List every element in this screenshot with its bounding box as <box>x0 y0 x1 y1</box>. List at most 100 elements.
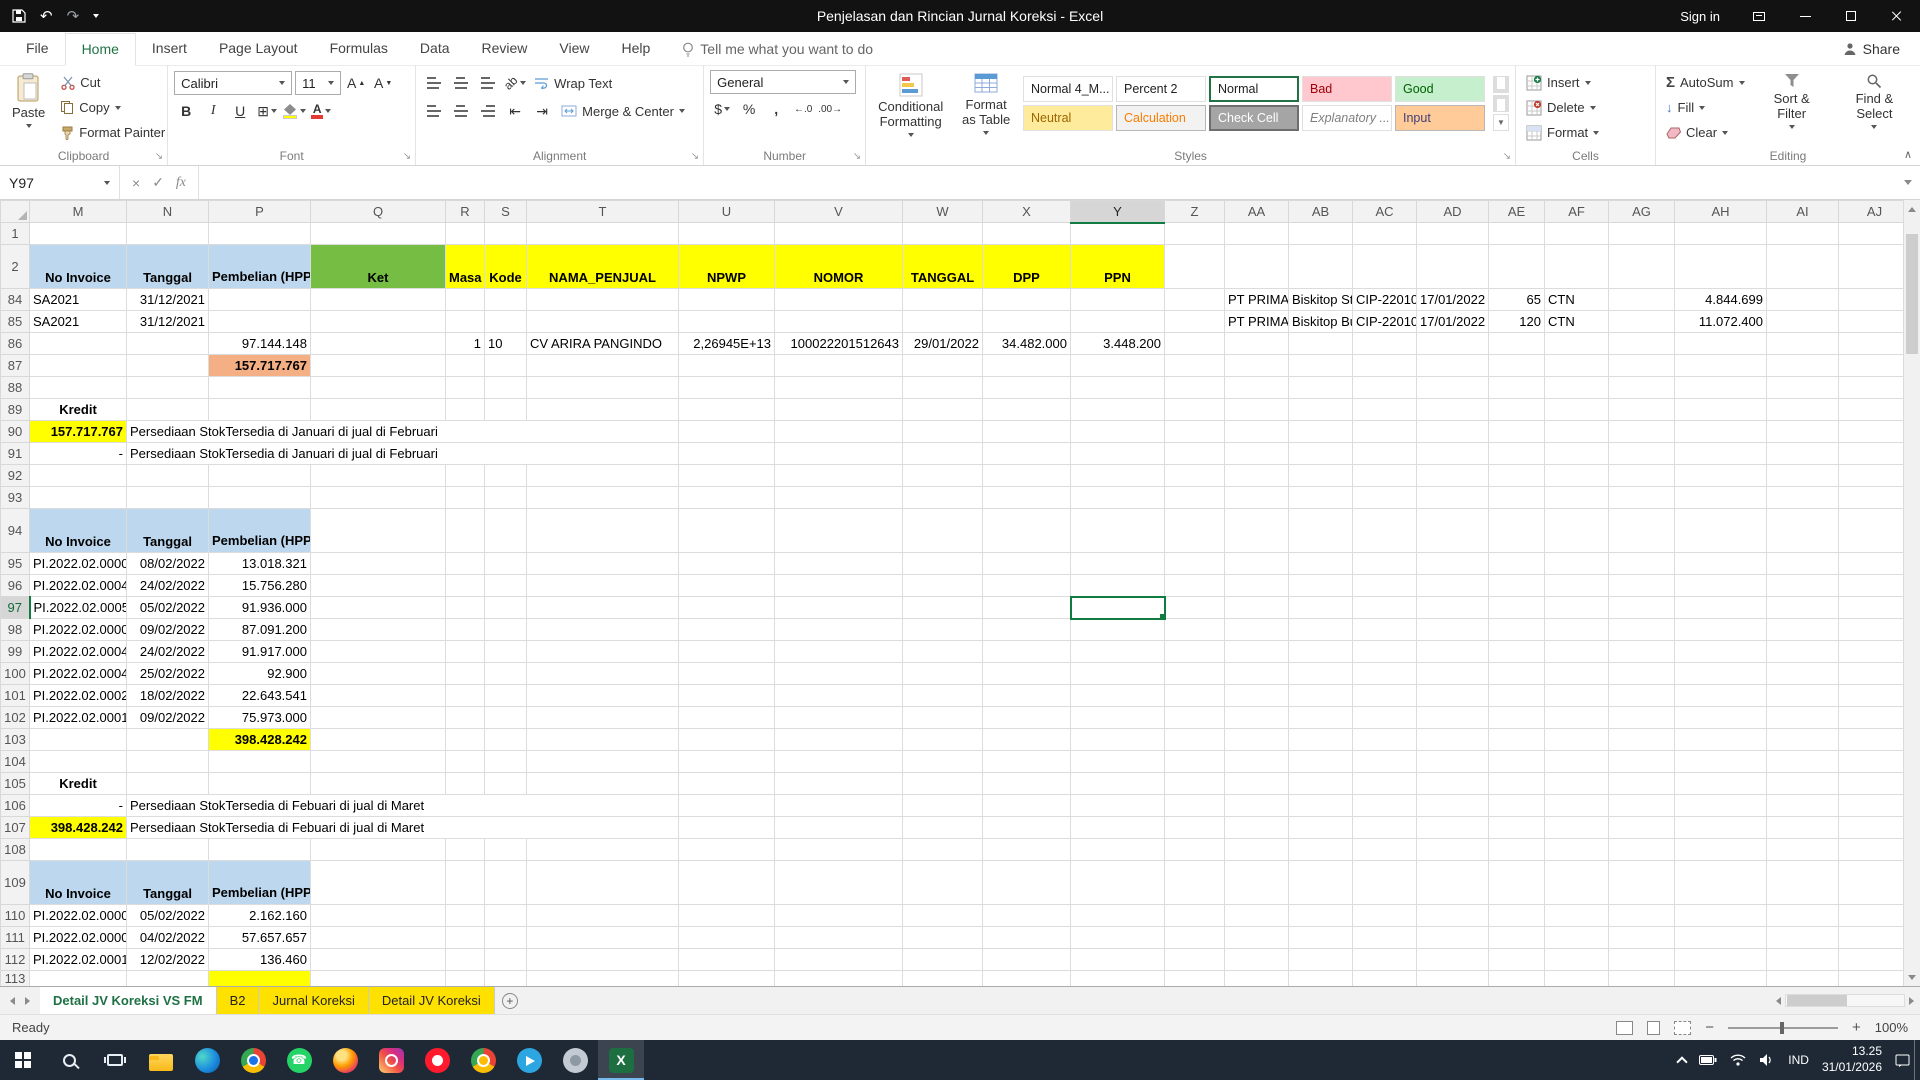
cell-Y98[interactable] <box>1071 619 1165 641</box>
ribbon-tab-formulas[interactable]: Formulas <box>314 33 404 65</box>
cell-T103[interactable] <box>527 729 679 751</box>
scroll-down-icon[interactable] <box>1904 969 1920 985</box>
taskbar-app-edge[interactable] <box>184 1040 230 1080</box>
cell-AB100[interactable] <box>1289 663 1353 685</box>
cell-AE2[interactable] <box>1489 245 1545 289</box>
cell-style-percent-2[interactable]: Percent 2 <box>1116 76 1206 102</box>
cell-X93[interactable] <box>983 487 1071 509</box>
language-indicator[interactable]: IND <box>1788 1053 1809 1067</box>
cell-AC85[interactable]: CIP-22010 <box>1353 311 1417 333</box>
cell-T104[interactable] <box>527 751 679 773</box>
cell-AI99[interactable] <box>1767 641 1839 663</box>
cell-AB103[interactable] <box>1289 729 1353 751</box>
cell-AD107[interactable] <box>1417 817 1489 839</box>
cell-S100[interactable] <box>485 663 527 685</box>
cell-AE103[interactable] <box>1489 729 1545 751</box>
cell-N107[interactable]: Persediaan StokTersedia di Febuari di ju… <box>127 817 679 839</box>
cell-AI90[interactable] <box>1767 421 1839 443</box>
cell-AG85[interactable] <box>1609 311 1675 333</box>
cell-Z2[interactable] <box>1165 245 1225 289</box>
cell-S88[interactable] <box>485 377 527 399</box>
cell-AB107[interactable] <box>1289 817 1353 839</box>
cell-AA101[interactable] <box>1225 685 1289 707</box>
cell-Q102[interactable] <box>311 707 446 729</box>
cell-Y110[interactable] <box>1071 905 1165 927</box>
cell-W105[interactable] <box>903 773 983 795</box>
cell-AB89[interactable] <box>1289 399 1353 421</box>
cell-S104[interactable] <box>485 751 527 773</box>
cell-P96[interactable]: 15.756.280 <box>209 575 311 597</box>
cell-AJ105[interactable] <box>1839 773 1911 795</box>
cell-X111[interactable] <box>983 927 1071 949</box>
gallery-more-button[interactable]: ▼ <box>1493 114 1509 131</box>
cell-V100[interactable] <box>775 663 903 685</box>
cell-W104[interactable] <box>903 751 983 773</box>
cell-Z88[interactable] <box>1165 377 1225 399</box>
cell-M2[interactable]: No Invoice <box>30 245 127 289</box>
row-header-96[interactable]: 96 <box>1 575 30 597</box>
cell-X90[interactable] <box>983 421 1071 443</box>
cell-AH105[interactable] <box>1675 773 1767 795</box>
cell-M103[interactable] <box>30 729 127 751</box>
cell-AB104[interactable] <box>1289 751 1353 773</box>
cell-AE105[interactable] <box>1489 773 1545 795</box>
cell-AH95[interactable] <box>1675 553 1767 575</box>
cell-AC97[interactable] <box>1353 597 1417 619</box>
share-button[interactable]: Share <box>1843 41 1920 65</box>
autosum-button[interactable]: Σ AutoSum <box>1662 70 1749 95</box>
cell-T108[interactable] <box>527 839 679 861</box>
cell-style-neutral[interactable]: Neutral <box>1023 105 1113 131</box>
cell-R92[interactable] <box>446 465 485 487</box>
cell-Z85[interactable] <box>1165 311 1225 333</box>
cell-AA113[interactable] <box>1225 971 1289 987</box>
cell-P99[interactable]: 91.917.000 <box>209 641 311 663</box>
cell-U94[interactable] <box>679 509 775 553</box>
cell-S103[interactable] <box>485 729 527 751</box>
cell-AF93[interactable] <box>1545 487 1609 509</box>
column-header-X[interactable]: X <box>983 201 1071 223</box>
cell-AD108[interactable] <box>1417 839 1489 861</box>
cell-AG106[interactable] <box>1609 795 1675 817</box>
row-header-92[interactable]: 92 <box>1 465 30 487</box>
cell-U93[interactable] <box>679 487 775 509</box>
cell-S86[interactable]: 10 <box>485 333 527 355</box>
insert-function-icon[interactable]: fx <box>176 175 186 191</box>
cell-M85[interactable]: SA2021 <box>30 311 127 333</box>
cell-AC113[interactable] <box>1353 971 1417 987</box>
cell-N92[interactable] <box>127 465 209 487</box>
cell-AF84[interactable]: CTN <box>1545 289 1609 311</box>
cell-AI98[interactable] <box>1767 619 1839 641</box>
cell-AF90[interactable] <box>1545 421 1609 443</box>
cell-M108[interactable] <box>30 839 127 861</box>
cell-Q109[interactable] <box>311 861 446 905</box>
cell-AB109[interactable] <box>1289 861 1353 905</box>
cell-V99[interactable] <box>775 641 903 663</box>
cell-Z90[interactable] <box>1165 421 1225 443</box>
cell-AB110[interactable] <box>1289 905 1353 927</box>
cell-AC107[interactable] <box>1353 817 1417 839</box>
cell-AH106[interactable] <box>1675 795 1767 817</box>
increase-decimal-button[interactable]: ←.0 <box>791 97 815 121</box>
cell-AB84[interactable]: Biskitop Sti <box>1289 289 1353 311</box>
cell-AE87[interactable] <box>1489 355 1545 377</box>
cell-AI97[interactable] <box>1767 597 1839 619</box>
cell-AI100[interactable] <box>1767 663 1839 685</box>
cell-AG98[interactable] <box>1609 619 1675 641</box>
cell-M107[interactable]: 398.428.242 <box>30 817 127 839</box>
cell-AH102[interactable] <box>1675 707 1767 729</box>
cell-AJ87[interactable] <box>1839 355 1911 377</box>
cell-AC111[interactable] <box>1353 927 1417 949</box>
sheet-tab-detail-jv-koreksi[interactable]: Detail JV Koreksi <box>369 987 495 1014</box>
cell-T89[interactable] <box>527 399 679 421</box>
cell-AH103[interactable] <box>1675 729 1767 751</box>
cell-AC95[interactable] <box>1353 553 1417 575</box>
cell-AJ84[interactable] <box>1839 289 1911 311</box>
cell-W112[interactable] <box>903 949 983 971</box>
cell-AH92[interactable] <box>1675 465 1767 487</box>
cell-AB97[interactable] <box>1289 597 1353 619</box>
cell-W94[interactable] <box>903 509 983 553</box>
cell-AH87[interactable] <box>1675 355 1767 377</box>
cell-AD104[interactable] <box>1417 751 1489 773</box>
cell-AA92[interactable] <box>1225 465 1289 487</box>
column-header-AJ[interactable]: AJ <box>1839 201 1911 223</box>
